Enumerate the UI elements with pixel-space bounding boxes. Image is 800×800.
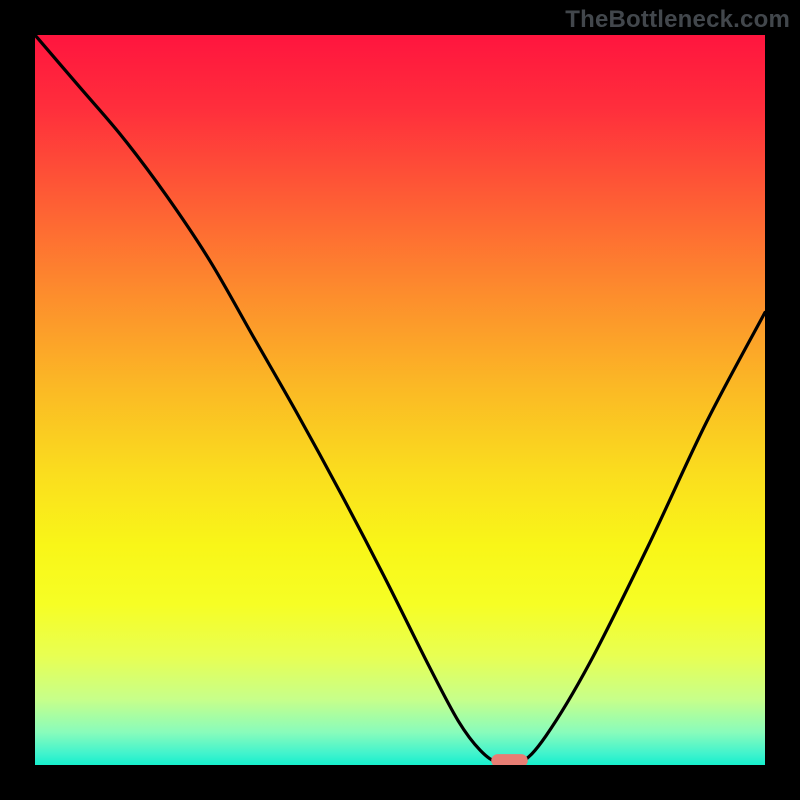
optimal-marker	[35, 35, 765, 765]
chart-frame: TheBottleneck.com	[0, 0, 800, 800]
plot-area	[35, 35, 765, 765]
watermark-text: TheBottleneck.com	[565, 6, 790, 34]
